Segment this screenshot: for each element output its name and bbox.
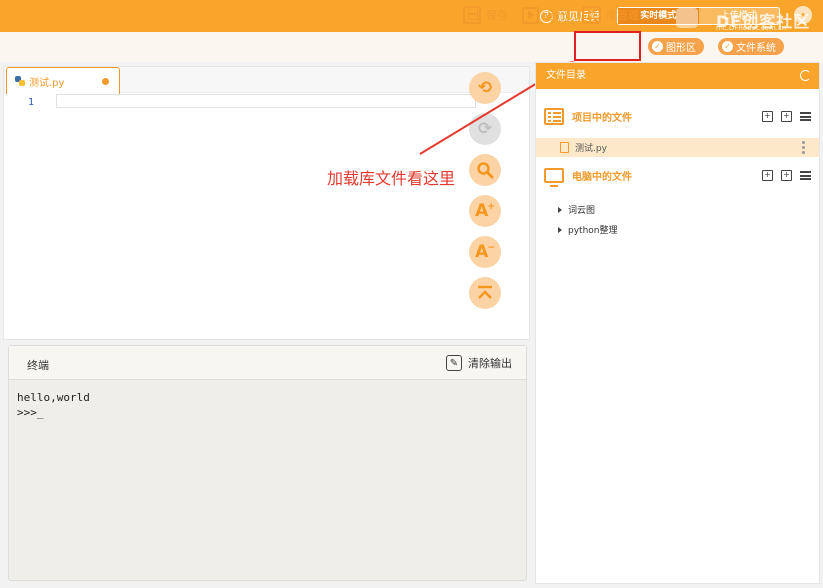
terminal-panel[interactable]: 终端 ✎ 清除输出 hello,world >>>_ [8,345,527,581]
clear-output-label: 清除输出 [468,357,512,370]
undo-icon: ⟲ [477,78,493,98]
code-editor[interactable]: 测试.py 1 [3,66,530,340]
new-folder-icon[interactable]: + [781,111,792,122]
terminal-title: 终端 [27,359,49,372]
folder-item[interactable]: python整理 [558,223,617,236]
computer-section-label: 电脑中的文件 [572,172,632,183]
new-file-icon[interactable]: + [762,111,773,122]
redo-button[interactable]: ⟳ [469,113,501,145]
list-icon [544,108,564,125]
broom-icon: ✎ [446,355,462,371]
annotation-text: 加载库文件看这里 [327,169,456,188]
project-section-tools: + + [762,111,811,122]
folder-item[interactable]: 词云图 [558,203,595,216]
terminal-output[interactable]: hello,world >>>_ [17,390,90,420]
menu-icon[interactable] [800,112,811,121]
new-file-icon[interactable]: + [762,170,773,181]
watermark: DF创客社区 mc.DFRobot.com.cn ★ [676,2,816,32]
library-highlight-box [574,31,641,61]
project-section-label: 项目中的文件 [572,113,632,124]
run-button[interactable]: 运行 [522,4,566,26]
tab-name: 测试.py [29,77,65,89]
project-file-item[interactable]: 测试.py [536,138,819,157]
computer-section-tools: + + [762,170,811,181]
watermark-badge-icon: ★ [794,6,812,24]
top-bar: ? 意见反馈 实时模式 上传模式 DF创客社区 mc.DFRobot.com.c… [0,0,823,32]
file-icon [560,142,569,153]
graphics-area-toggle[interactable]: ✓ 图形区 [648,38,704,55]
font-decrease-button[interactable]: A− [469,236,501,268]
editor-tab[interactable]: 测试.py [6,67,120,94]
font-decrease-icon: A− [475,242,495,262]
monitor-icon [544,168,564,187]
more-options-icon[interactable] [802,141,805,144]
check-icon: ✓ [722,41,733,52]
graphics-label: 图形区 [666,43,696,54]
expand-arrow-icon [558,206,562,213]
scroll-top-icon [478,285,492,299]
line-number: 1 [28,97,35,108]
new-folder-icon[interactable]: + [781,170,792,181]
library-label: 库管理 [606,9,639,22]
computer-files-section[interactable]: 电脑中的文件 [544,168,632,187]
editor-tabstrip: 测试.py [4,67,529,94]
watermark-logo-icon [676,8,698,28]
folder-name: python整理 [568,226,618,236]
file-panel-header: 文件目录 [536,63,819,89]
save-label: 保存 [486,9,508,22]
library-manager-button[interactable]: 库管理 [582,4,639,26]
check-icon: ✓ [652,41,663,52]
project-files-section[interactable]: 项目中的文件 [544,108,632,125]
filesystem-label: 文件系统 [736,43,776,54]
save-icon [463,6,481,24]
refresh-icon[interactable] [800,70,811,81]
project-file-name: 测试.py [575,144,607,154]
scroll-top-button[interactable] [469,277,501,309]
terminal-header: 终端 ✎ 清除输出 [9,346,526,380]
expand-arrow-icon [558,226,562,233]
font-increase-icon: A+ [475,201,495,221]
menu-icon[interactable] [800,171,811,180]
folder-name: 词云图 [568,206,596,216]
clear-output-button[interactable]: ✎ 清除输出 [446,355,512,371]
save-button[interactable]: 保存 [463,4,508,26]
python-icon [15,76,25,86]
search-icon [477,162,494,179]
undo-button[interactable]: ⟲ [469,72,501,104]
current-line[interactable] [56,94,476,108]
file-directory-panel: 文件目录 项目中的文件 + + 测试.py 电脑中的文件 + + 词云图 pyt… [535,62,820,584]
run-icon [522,6,539,24]
file-panel-title: 文件目录 [546,70,586,81]
watermark-sub: mc.DFRobot.com.cn [716,24,787,32]
redo-icon: ⟳ [477,119,493,139]
font-increase-button[interactable]: A+ [469,195,501,227]
run-label: 运行 [544,9,566,22]
filesystem-toggle[interactable]: ✓ 文件系统 [718,38,784,55]
library-icon [582,6,601,24]
search-button[interactable] [469,154,501,186]
unsaved-dot-icon [102,78,109,85]
